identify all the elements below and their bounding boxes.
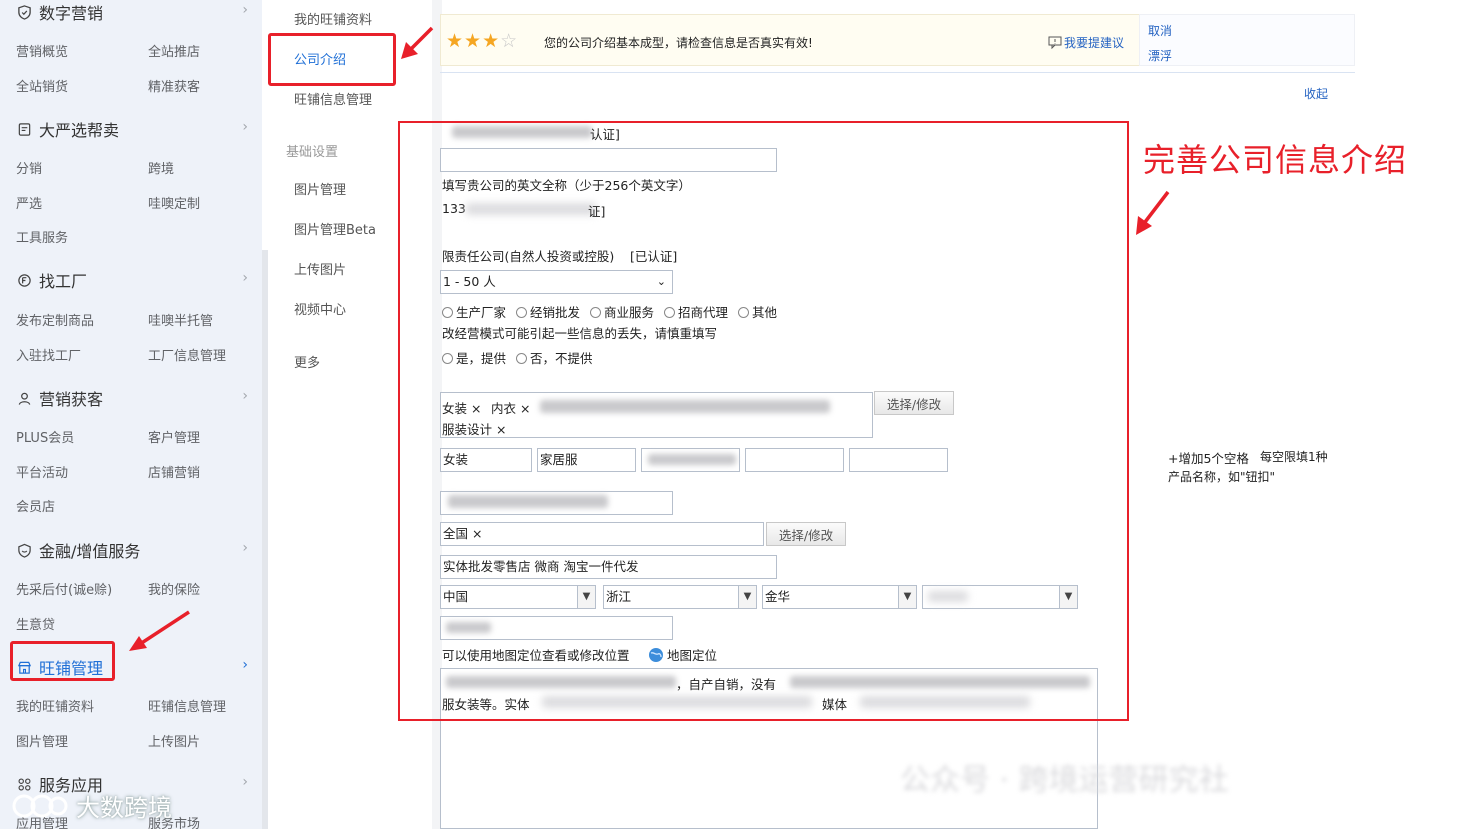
chevron-right-icon: › [242, 388, 248, 404]
sidebar-link[interactable]: 工具服务 [16, 227, 68, 246]
submenu-item-store-info[interactable]: 旺铺信息管理 [294, 89, 372, 108]
sidebar-link[interactable]: 营销概览 [16, 41, 68, 60]
cancel-link[interactable]: 取消 [1148, 22, 1172, 39]
submenu-item-more[interactable]: 更多 [294, 352, 320, 371]
finance-icon [16, 542, 33, 559]
brand-logo-icon [12, 794, 68, 817]
sidebar-link[interactable]: 发布定制商品 [16, 310, 94, 329]
sidebar-link[interactable]: 哇噢定制 [148, 193, 200, 212]
submenu-item-upload-image[interactable]: 上传图片 [294, 259, 346, 278]
submenu-item-image-manage[interactable]: 图片管理 [294, 179, 346, 198]
submenu-item-video-center[interactable]: 视频中心 [294, 299, 346, 318]
chevron-right-icon: › [242, 774, 248, 790]
sidebar-link[interactable]: 精准获客 [148, 76, 200, 95]
annotation-arrow-icon [401, 26, 434, 59]
watermark-brand-text: 大数跨境 [76, 794, 172, 822]
sidebar: 数字营销 › 营销概览 全站推店 全站销货 精准获客 大严选帮卖 › 分销 跨境… [0, 0, 262, 829]
suggest-link[interactable]: 我要提建议 [1048, 34, 1124, 51]
sidebar-link[interactable]: 我的旺铺资料 [16, 696, 94, 715]
annotation-arrow-icon [1136, 190, 1170, 235]
sidebar-link[interactable]: 旺铺信息管理 [148, 696, 226, 715]
sidebar-section-digital-marketing[interactable]: 数字营销 › [16, 0, 256, 26]
suggest-label: 我要提建议 [1064, 36, 1125, 50]
sidebar-section-title: 找工厂 [39, 272, 88, 291]
chevron-right-icon: › [242, 540, 248, 556]
sidebar-link[interactable]: 工厂信息管理 [148, 345, 226, 364]
sidebar-link[interactable]: 全站销货 [16, 76, 68, 95]
chevron-right-icon: › [242, 119, 248, 135]
sidebar-section-title: 金融/增值服务 [39, 542, 141, 561]
sidebar-link[interactable]: 入驻找工厂 [16, 345, 81, 364]
sidebar-section-title: 数字营销 [39, 4, 104, 23]
submenu-item-image-manage-beta[interactable]: 图片管理Beta [294, 219, 376, 238]
watermark-account: 公众号 · 跨境运营研究社 [900, 763, 1229, 798]
annotation-box-company-intro [268, 33, 396, 86]
sidebar-section-title: 营销获客 [39, 390, 104, 409]
annotation-callout: 完善公司信息介绍 [1143, 141, 1408, 179]
sidebar-link[interactable]: 全站推店 [148, 41, 200, 60]
float-link[interactable]: 漂浮 [1148, 47, 1172, 64]
sidebar-section-finance[interactable]: 金融/增值服务 › [16, 536, 256, 564]
sidebar-section-marketing[interactable]: 营销获客 › [16, 384, 256, 412]
sidebar-section-find-factory[interactable]: 找工厂 › [16, 266, 256, 294]
chevron-right-icon: › [242, 657, 248, 673]
factory-icon [16, 272, 33, 289]
sidebar-link[interactable]: 我的保险 [148, 579, 200, 598]
sidebar-link[interactable]: 先采后付(诚e赊) [16, 579, 112, 598]
add-five-fields-link[interactable]: +增加5个空格 [1168, 448, 1249, 467]
star-filled-icon: ★ [482, 30, 501, 52]
sidebar-link[interactable]: 严选 [16, 193, 42, 212]
user-icon [16, 390, 33, 407]
sidebar-link[interactable]: 哇噢半托管 [148, 310, 213, 329]
annotation-frame [398, 121, 1129, 721]
star-filled-icon: ★ [464, 30, 483, 52]
shield-icon [16, 4, 33, 21]
divider [440, 72, 1355, 73]
rating-stars: ★★★☆ [446, 30, 518, 52]
sidebar-link[interactable]: 店铺营销 [148, 462, 200, 481]
star-empty-icon: ☆ [500, 30, 519, 52]
chevron-right-icon: › [242, 270, 248, 286]
sidebar-link[interactable]: 分销 [16, 158, 42, 177]
sidebar-section-yanxuan[interactable]: 大严选帮卖 › [16, 115, 256, 143]
sidebar-link[interactable]: 跨境 [148, 158, 174, 177]
watermark-brand: 大数跨境 [10, 788, 172, 823]
chevron-right-icon: › [242, 2, 248, 18]
sidebar-link[interactable]: 生意贷 [16, 614, 55, 633]
page: 数字营销 › 营销概览 全站推店 全站销货 精准获客 大严选帮卖 › 分销 跨境… [0, 0, 1473, 829]
submenu-group-title: 基础设置 [286, 145, 339, 160]
notice-message: 您的公司介绍基本成型，请检查信息是否真实有效! [544, 36, 813, 50]
add-five-hint: 每空限填1种 [1260, 450, 1328, 464]
sidebar-section-title: 大严选帮卖 [39, 121, 120, 140]
sidebar-link[interactable]: 平台活动 [16, 462, 68, 481]
add-five-hint: 产品名称，如"钮扣" [1168, 470, 1276, 484]
sidebar-link[interactable]: 会员店 [16, 496, 55, 515]
collapse-link[interactable]: 收起 [1304, 85, 1328, 102]
submenu-item-my-store[interactable]: 我的旺铺资料 [294, 9, 372, 28]
sidebar-link[interactable]: PLUS会员 [16, 427, 74, 446]
sidebar-link[interactable]: 上传图片 [148, 731, 200, 750]
sidebar-link[interactable]: 客户管理 [148, 427, 200, 446]
document-icon [16, 121, 33, 138]
sidebar-link[interactable]: 图片管理 [16, 731, 68, 750]
comment-icon [1048, 36, 1062, 49]
annotation-box-store-management [10, 641, 115, 681]
annotation-arrow-icon [129, 610, 190, 651]
star-filled-icon: ★ [446, 30, 465, 52]
